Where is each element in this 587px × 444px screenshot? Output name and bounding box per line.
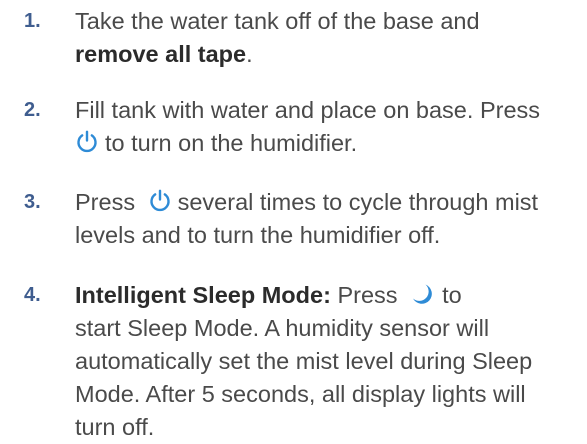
step-line-text: several times to cycle through mist [177, 189, 539, 215]
step-line-text: to turn on the humidifier. [105, 130, 358, 156]
power-icon [148, 189, 172, 213]
step-number: 2. [24, 99, 41, 121]
step-line: remove all tape. [75, 38, 575, 71]
step-line: Press several times to cycle through mis… [75, 186, 575, 219]
step-line: Fill tank with water and place on base. … [75, 97, 541, 123]
step-text: Fill tank with water and place on base. … [75, 94, 575, 160]
punctuation: . [246, 41, 253, 67]
power-icon [75, 130, 99, 154]
step-number: 1. [24, 10, 41, 32]
step-number: 3. [24, 191, 41, 213]
step-line-text: to [442, 282, 462, 308]
step-line: Take the water tank off of the base and [75, 8, 480, 34]
emphasis-text: Intelligent Sleep Mode: [75, 282, 331, 308]
step-line: turn off. [75, 414, 155, 440]
moon-icon [410, 282, 434, 306]
step-line: levels and to turn the humidifier off. [75, 222, 441, 248]
step-line: Mode. After 5 seconds, all display light… [75, 381, 526, 407]
step-line: start Sleep Mode. A humidity sensor will [75, 315, 490, 341]
step-line-text: Press [75, 189, 136, 215]
step-line: Intelligent Sleep Mode: Press to [75, 279, 575, 312]
step-line: to turn on the humidifier. [75, 127, 575, 160]
emphasis-text: remove all tape [75, 41, 247, 67]
step-line: automatically set the mist level during … [75, 348, 533, 374]
step-text: Take the water tank off of the base and … [75, 5, 575, 71]
step-line-text: Press [337, 282, 398, 308]
step-text: Press several times to cycle through mis… [75, 186, 575, 252]
step-text: Intelligent Sleep Mode: Press to start S… [75, 279, 575, 444]
step-number: 4. [24, 284, 41, 306]
